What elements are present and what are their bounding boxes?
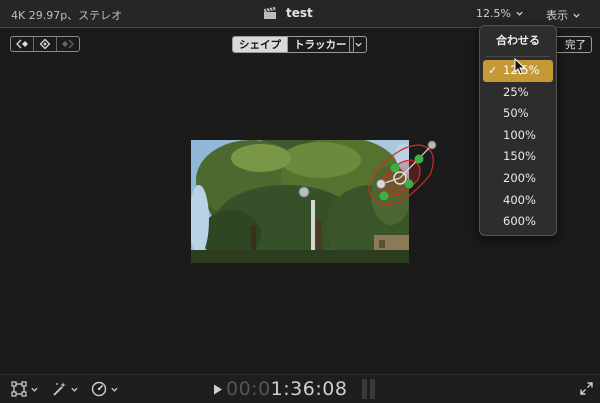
keyframe-add-button[interactable] (34, 37, 57, 51)
expand-icon[interactable] (580, 382, 593, 395)
keyframe-prev-button[interactable] (11, 37, 34, 51)
zoom-item-400[interactable]: 400% (483, 190, 553, 212)
speed-icon (91, 381, 107, 397)
project-title-group: test (263, 6, 313, 20)
zoom-item-label: 400% (503, 192, 536, 207)
audio-meter-right (370, 379, 375, 399)
chevron-down-icon (111, 387, 118, 392)
mask-handle-2 (414, 154, 424, 164)
view-label: 表示 (546, 9, 568, 22)
chevron-down-icon (71, 387, 78, 392)
zoom-menu: 合わせる ✓ 12.5% 25% 50% 100% 150% 200% 400%… (479, 25, 557, 236)
tab-shape[interactable]: シェイプ (233, 37, 287, 52)
zoom-fit-item[interactable]: 合わせる (489, 30, 547, 51)
tree-photo (191, 140, 409, 263)
chevron-down-icon (516, 11, 523, 16)
zoom-item-100[interactable]: 100% (483, 125, 553, 147)
zoom-item-label: 100% (503, 127, 536, 142)
zoom-item-200[interactable]: 200% (483, 168, 553, 190)
video-frame[interactable] (191, 140, 409, 263)
keyframe-next-icon (62, 39, 74, 49)
zoom-item-label: 600% (503, 214, 536, 229)
checkmark-icon: ✓ (488, 64, 498, 77)
clapper-icon (264, 6, 276, 19)
menu-separator (486, 56, 550, 57)
keyframe-add-icon (39, 39, 51, 49)
chevron-down-icon (31, 387, 38, 392)
project-title: test (286, 6, 313, 20)
viewer-header: 4K 29.97p、ステレオ test 12.5% 表示 (0, 0, 600, 28)
viewer-app: 4K 29.97p、ステレオ test 12.5% 表示 シェイプ トラッカー … (0, 0, 600, 403)
mask-mode-segmented: シェイプ トラッカー (232, 36, 354, 53)
retime-button[interactable] (91, 381, 119, 397)
timecode-display[interactable]: 00:01:36:08 (226, 378, 347, 400)
audio-meters (362, 379, 375, 399)
enhancements-button[interactable] (51, 381, 79, 397)
tab-tracker[interactable]: トラッカー (287, 37, 353, 52)
keyframe-next-button[interactable] (57, 37, 79, 51)
zoom-item-50[interactable]: 50% (483, 103, 553, 125)
done-button[interactable]: 完了 (554, 36, 592, 53)
view-menu-button[interactable]: 表示 (546, 7, 581, 23)
mask-options-dropdown[interactable] (349, 36, 367, 53)
zoom-item-label: 150% (503, 149, 536, 164)
zoom-item-25[interactable]: 25% (483, 82, 553, 104)
timecode-dim: 00:0 (226, 378, 271, 400)
viewer-footer: 00:01:36:08 (0, 374, 600, 403)
timecode-bright: 1:36:08 (270, 378, 348, 400)
zoom-item-600[interactable]: 600% (483, 211, 553, 233)
keyframe-nav (10, 36, 80, 52)
zoom-value: 12.5% (476, 7, 511, 20)
magic-wand-icon (53, 382, 66, 396)
format-label: 4K 29.97p、ステレオ (11, 9, 123, 22)
chevron-down-icon (573, 13, 580, 18)
pointer-cursor-icon (514, 58, 526, 75)
keyframe-prev-icon (16, 39, 28, 49)
zoom-item-label: 50% (503, 106, 529, 121)
transform-tool-button[interactable] (11, 381, 39, 397)
mask-rotation-handle (427, 140, 437, 150)
audio-meter-left (362, 379, 367, 399)
zoom-item-label: 25% (503, 84, 529, 99)
transform-icon (11, 381, 27, 397)
done-label: 完了 (565, 39, 586, 51)
zoom-item-150[interactable]: 150% (483, 146, 553, 168)
chevron-down-icon (354, 42, 362, 47)
zoom-popup-button[interactable]: 12.5% (476, 7, 524, 20)
play-icon[interactable] (213, 384, 223, 395)
zoom-item-label: 200% (503, 170, 536, 185)
